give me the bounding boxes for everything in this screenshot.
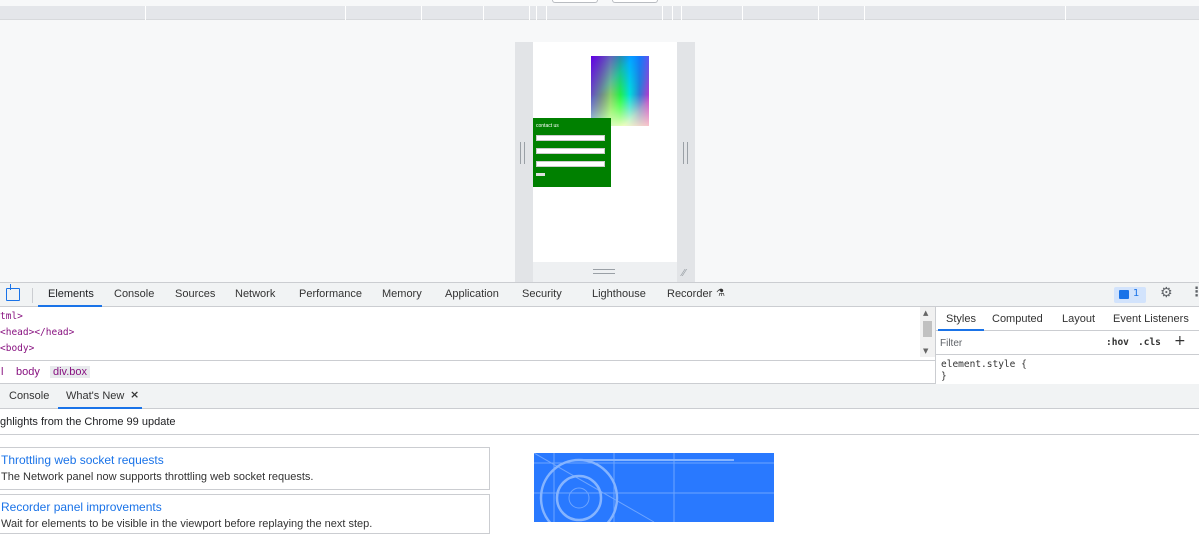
form-submit-button[interactable] <box>536 173 545 176</box>
ruler-tick <box>864 6 865 20</box>
highlights-title: ghlights from the Chrome 99 update <box>0 416 176 428</box>
scroll-down-icon[interactable]: ▼ <box>923 347 928 355</box>
tab-network[interactable]: Network <box>235 288 275 300</box>
cls-toggle-button[interactable]: .cls <box>1138 337 1161 348</box>
ruler-tick <box>546 6 547 20</box>
drawer-tab-console[interactable]: Console <box>9 390 49 402</box>
feature-card-title[interactable]: Throttling web socket requests <box>1 453 164 467</box>
feature-card-desc: Wait for elements to be visible in the v… <box>1 518 373 530</box>
tab-memory[interactable]: Memory <box>382 288 422 300</box>
breadcrumb-body[interactable]: body <box>16 366 40 378</box>
device-height-button[interactable] <box>612 0 658 3</box>
scroll-up-icon[interactable]: ▲ <box>923 309 928 317</box>
form-input-name[interactable] <box>536 135 605 141</box>
ruler-tick <box>483 6 484 20</box>
ruler-tick <box>672 6 673 20</box>
feature-card[interactable]: Recorder panel improvements Wait for ele… <box>0 494 490 534</box>
issues-badge[interactable]: 1 <box>1114 287 1146 303</box>
chrome-logo-illustration <box>534 453 774 522</box>
breadcrumb: l body div.box <box>0 360 935 384</box>
breadcrumb-div-box[interactable]: div.box <box>50 366 91 378</box>
breadcrumb-html[interactable]: l <box>1 366 3 378</box>
tab-event-listeners[interactable]: Event Listeners <box>1113 313 1189 325</box>
form-input-email[interactable] <box>536 148 605 154</box>
flask-icon: ⚗ <box>716 288 725 299</box>
tab-computed[interactable]: Computed <box>992 313 1043 325</box>
ruler-tick <box>145 6 146 20</box>
device-toggle-icon[interactable] <box>6 284 20 301</box>
rule-close: } <box>941 371 947 382</box>
device-viewport: contact us ⁄⁄ <box>0 22 1199 284</box>
ruler-tick <box>1065 6 1066 20</box>
new-style-rule-button[interactable]: + <box>1174 333 1186 349</box>
rule-selector: element.style { <box>941 359 1027 370</box>
bottom-resize-handle[interactable] <box>593 269 615 274</box>
tab-elements[interactable]: Elements <box>48 288 94 300</box>
gear-icon[interactable]: ⚙ <box>1160 285 1173 301</box>
tab-layout[interactable]: Layout <box>1062 313 1095 325</box>
media-query-bar[interactable] <box>0 6 1199 20</box>
whats-new-header: ghlights from the Chrome 99 update <box>0 409 1199 435</box>
dom-node-body[interactable]: <body> <box>0 343 34 354</box>
ruler-tick <box>681 6 682 20</box>
tab-application[interactable]: Application <box>445 288 499 300</box>
scroll-thumb[interactable] <box>923 321 932 337</box>
ruler-tick <box>818 6 819 20</box>
ruler-tick <box>529 6 530 20</box>
active-styles-tab-indicator <box>938 329 984 331</box>
drawer-tab-bar: Console What's New × <box>0 384 1199 409</box>
tab-performance[interactable]: Performance <box>299 288 362 300</box>
tab-lighthouse[interactable]: Lighthouse <box>592 288 646 300</box>
message-icon <box>1119 290 1129 299</box>
devtools-tab-bar: Elements Console Sources Network Perform… <box>0 282 1199 307</box>
styles-filter-input[interactable] <box>940 334 1096 352</box>
feature-card[interactable]: Throttling web socket requests The Netwo… <box>0 447 490 490</box>
device-ruler <box>0 0 1199 22</box>
ruler-tick <box>742 6 743 20</box>
dom-node-html[interactable]: tml> <box>0 311 23 322</box>
feature-card-title[interactable]: Recorder panel improvements <box>1 500 162 514</box>
corner-resize-icon[interactable]: ⁄⁄ <box>682 268 685 279</box>
form-title: contact us <box>536 123 559 129</box>
dom-node-head[interactable]: <head></head> <box>0 327 74 338</box>
chrome-update-promo-image <box>534 453 774 522</box>
tab-sources[interactable]: Sources <box>175 288 215 300</box>
tab-security[interactable]: Security <box>522 288 562 300</box>
right-resize-handle[interactable] <box>683 142 688 164</box>
dom-tree[interactable]: tml> <head></head> <body> <box>0 307 920 357</box>
element-style-rule[interactable]: element.style { } <box>936 354 1199 384</box>
drawer-tab-whats-new[interactable]: What's New <box>66 390 124 402</box>
ruler-tick <box>345 6 346 20</box>
tab-divider <box>32 288 33 303</box>
more-options-icon[interactable]: ⋮ <box>1190 285 1199 300</box>
issues-count: 1 <box>1133 288 1140 299</box>
tab-styles[interactable]: Styles <box>946 313 976 325</box>
device-width-button[interactable] <box>552 0 598 3</box>
gradient-box <box>591 56 649 126</box>
tab-console[interactable]: Console <box>114 288 154 300</box>
dom-scrollbar[interactable]: ▲ ▼ <box>920 307 935 357</box>
close-icon[interactable]: × <box>130 388 139 401</box>
styles-tab-bar: Styles Computed Layout Event Listeners <box>936 307 1199 331</box>
left-resize-handle[interactable] <box>520 142 525 164</box>
hov-toggle-button[interactable]: :hov <box>1106 337 1129 348</box>
ruler-tick <box>662 6 663 20</box>
ruler-tick <box>536 6 537 20</box>
device-screen[interactable]: contact us <box>533 42 677 262</box>
feature-card-desc: The Network panel now supports throttlin… <box>1 471 314 483</box>
tab-recorder[interactable]: Recorder <box>667 288 712 300</box>
form-input-message[interactable] <box>536 161 605 167</box>
styles-sidebar: Styles Computed Layout Event Listeners :… <box>935 307 1199 384</box>
whats-new-body: Throttling web socket requests The Netwo… <box>0 435 1199 534</box>
device-frame: contact us ⁄⁄ <box>515 42 695 284</box>
ruler-tick <box>421 6 422 20</box>
contact-form-box: contact us <box>533 118 611 187</box>
